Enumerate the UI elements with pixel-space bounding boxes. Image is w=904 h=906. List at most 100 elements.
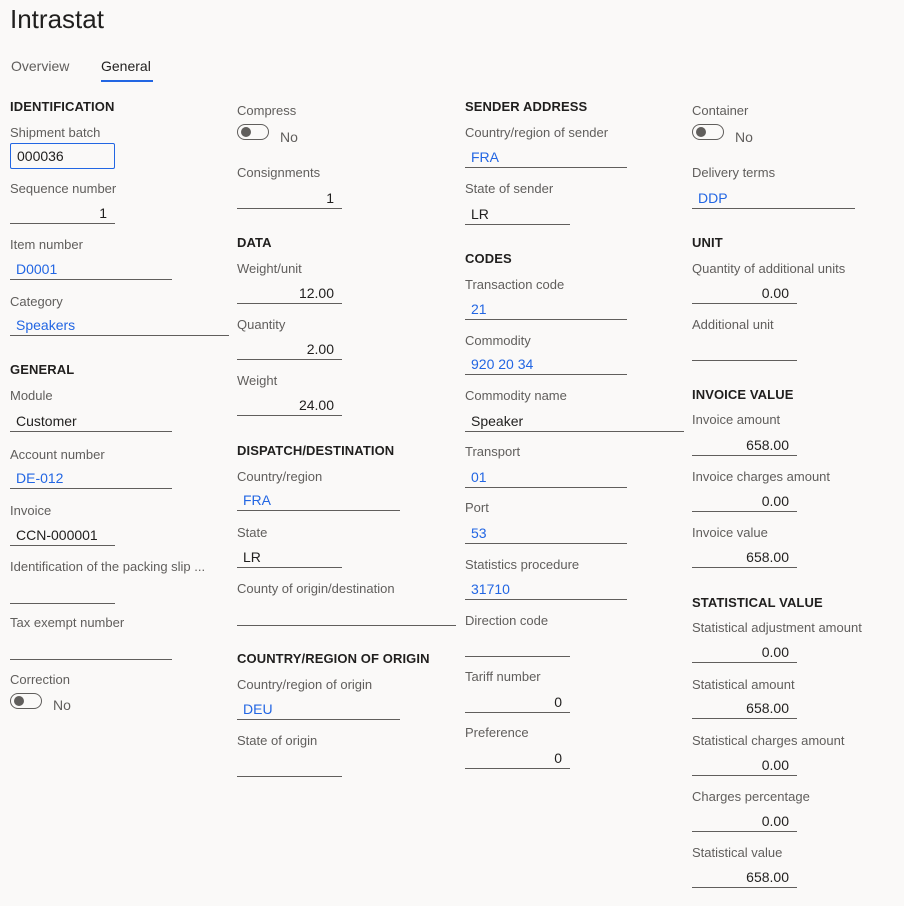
- section-unit: UNIT: [692, 235, 723, 250]
- invoice-input[interactable]: CCN-000001: [10, 524, 115, 546]
- page-title: Intrastat: [10, 4, 104, 34]
- delivery-terms-input[interactable]: DDP: [692, 187, 855, 209]
- toggle-knob: [14, 696, 24, 706]
- tariff-number-input[interactable]: 0: [465, 691, 570, 713]
- transport-label: Transport: [465, 444, 521, 459]
- item-number-input[interactable]: D0001: [10, 258, 172, 280]
- additional-unit-input[interactable]: [692, 339, 797, 361]
- statistics-procedure-label: Statistics procedure: [465, 557, 580, 572]
- shipment-batch-input[interactable]: 000036: [10, 143, 115, 169]
- container-toggle-state: No: [735, 129, 753, 145]
- correction-toggle[interactable]: [10, 693, 42, 709]
- state-origin-label: State of origin: [237, 733, 318, 748]
- county-label: County of origin/destination: [237, 581, 395, 596]
- sender-country-input[interactable]: FRA: [465, 146, 627, 168]
- weight-unit-input[interactable]: 12.00: [237, 282, 342, 304]
- account-number-label: Account number: [10, 447, 105, 462]
- commodity-name-input[interactable]: Speaker: [465, 410, 684, 432]
- qty-additional-units-input[interactable]: 0.00: [692, 282, 797, 304]
- compress-label: Compress: [237, 103, 297, 118]
- sequence-number-input[interactable]: 1: [10, 202, 115, 224]
- statistical-adjustment-amount-label: Statistical adjustment amount: [692, 620, 862, 635]
- section-invoice-value: INVOICE VALUE: [692, 387, 794, 402]
- commodity-label: Commodity: [465, 333, 531, 348]
- compress-toggle-state: No: [280, 129, 298, 145]
- tax-exempt-number-label: Tax exempt number: [10, 615, 125, 630]
- statistics-procedure-input[interactable]: 31710: [465, 578, 627, 600]
- invoice-charges-amount-label: Invoice charges amount: [692, 469, 831, 484]
- preference-label: Preference: [465, 725, 529, 740]
- invoice-value-label: Invoice value: [692, 525, 768, 540]
- section-identification: IDENTIFICATION: [10, 99, 115, 114]
- statistical-amount-input[interactable]: 658.00: [692, 697, 797, 719]
- sender-state-input[interactable]: LR: [465, 203, 570, 225]
- section-country-region-of-origin: COUNTRY/REGION OF ORIGIN: [237, 651, 430, 666]
- quantity-input[interactable]: 2.00: [237, 338, 342, 360]
- state-origin-input[interactable]: [237, 755, 342, 777]
- origin-country-input[interactable]: DEU: [237, 698, 400, 720]
- dispatch-country-input[interactable]: FRA: [237, 489, 400, 511]
- statistical-charges-amount-input[interactable]: 0.00: [692, 754, 797, 776]
- active-tab-indicator: [101, 80, 153, 82]
- charges-percentage-input[interactable]: 0.00: [692, 810, 797, 832]
- module-select[interactable]: Customer: [10, 410, 172, 432]
- dispatch-state-input[interactable]: LR: [237, 546, 342, 568]
- module-label: Module: [10, 388, 53, 403]
- item-number-label: Item number: [10, 237, 83, 252]
- port-label: Port: [465, 500, 489, 515]
- commodity-input[interactable]: 920 20 34: [465, 353, 627, 375]
- sender-country-label: Country/region of sender: [465, 125, 609, 140]
- quantity-label: Quantity: [237, 317, 286, 332]
- port-input[interactable]: 53: [465, 522, 627, 544]
- invoice-label: Invoice: [10, 503, 52, 518]
- statistical-value-input[interactable]: 658.00: [692, 866, 797, 888]
- section-sender-address: SENDER ADDRESS: [465, 99, 588, 114]
- toggle-knob: [241, 127, 251, 137]
- sender-state-label: State of sender: [465, 181, 554, 196]
- origin-country-label: Country/region of origin: [237, 677, 373, 692]
- section-codes: CODES: [465, 251, 512, 266]
- section-statistical-value: STATISTICAL VALUE: [692, 595, 823, 610]
- county-input[interactable]: [237, 604, 456, 626]
- transaction-code-label: Transaction code: [465, 277, 565, 292]
- tax-exempt-number-input[interactable]: [10, 638, 172, 660]
- tariff-number-label: Tariff number: [465, 669, 541, 684]
- account-number-input[interactable]: DE-012: [10, 467, 172, 489]
- statistical-amount-label: Statistical amount: [692, 677, 795, 692]
- packing-slip-label: Identification of the packing slip ...: [10, 559, 206, 574]
- packing-slip-input[interactable]: [10, 582, 115, 604]
- commodity-name-label: Commodity name: [465, 388, 567, 403]
- category-input[interactable]: Speakers: [10, 314, 229, 336]
- weight-unit-label: Weight/unit: [237, 261, 302, 276]
- statistical-charges-amount-label: Statistical charges amount: [692, 733, 845, 748]
- shipment-batch-label: Shipment batch: [10, 125, 101, 140]
- consignments-input[interactable]: 1: [237, 187, 342, 209]
- correction-toggle-state: No: [53, 697, 71, 713]
- invoice-value-input[interactable]: 658.00: [692, 546, 797, 568]
- preference-input[interactable]: 0: [465, 747, 570, 769]
- transaction-code-input[interactable]: 21: [465, 298, 627, 320]
- compress-toggle[interactable]: [237, 124, 269, 140]
- dispatch-country-label: Country/region: [237, 469, 323, 484]
- section-data: DATA: [237, 235, 272, 250]
- toggle-knob: [696, 127, 706, 137]
- tab-general[interactable]: General: [101, 58, 151, 74]
- qty-additional-units-label: Quantity of additional units: [692, 261, 846, 276]
- charges-percentage-label: Charges percentage: [692, 789, 810, 804]
- consignments-label: Consignments: [237, 165, 321, 180]
- direction-code-input[interactable]: [465, 635, 570, 657]
- section-general: GENERAL: [10, 362, 75, 377]
- invoice-amount-input[interactable]: 658.00: [692, 434, 797, 456]
- container-toggle[interactable]: [692, 124, 724, 140]
- additional-unit-label: Additional unit: [692, 317, 774, 332]
- statistical-adjustment-amount-input[interactable]: 0.00: [692, 641, 797, 663]
- invoice-charges-amount-input[interactable]: 0.00: [692, 490, 797, 512]
- correction-label: Correction: [10, 672, 70, 687]
- statistical-value-label: Statistical value: [692, 845, 783, 860]
- tab-overview[interactable]: Overview: [11, 58, 69, 74]
- sequence-number-label: Sequence number: [10, 181, 117, 196]
- weight-input[interactable]: 24.00: [237, 394, 342, 416]
- transport-input[interactable]: 01: [465, 466, 627, 488]
- direction-code-label: Direction code: [465, 613, 549, 628]
- container-label: Container: [692, 103, 749, 118]
